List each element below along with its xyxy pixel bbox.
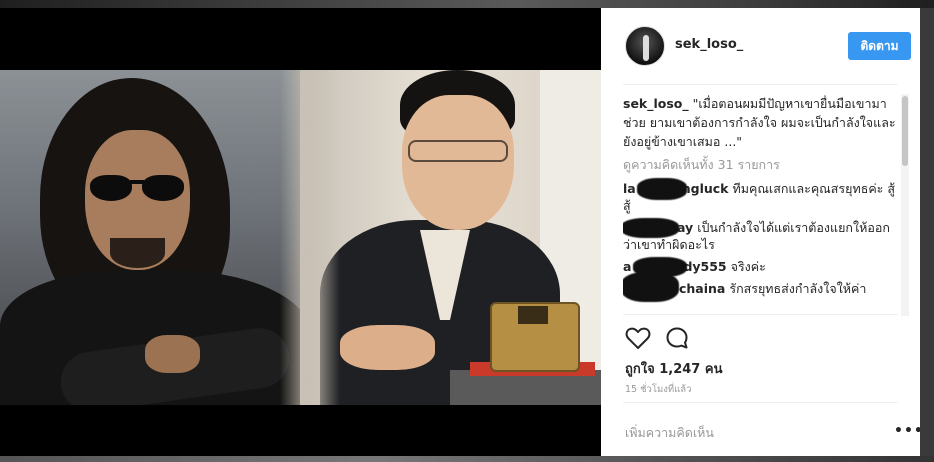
page-scrollbar-area (920, 8, 934, 456)
post-side-panel: sek_loso_ ติดตาม sek_loso_ "เมื่อตอนผมมี… (601, 8, 923, 456)
caption-username[interactable]: sek_loso_ (623, 96, 689, 111)
comment-item: ay เป็นกำลังใจได้แต่เราต้องแยกให้ออกว่าเ… (623, 218, 898, 253)
heart-icon[interactable] (625, 326, 651, 350)
divider (623, 402, 898, 403)
username-link[interactable]: sek_loso_ (675, 37, 743, 52)
post-header: sek_loso_ ติดตาม (601, 8, 920, 84)
photo-beard (110, 238, 165, 268)
likes-count[interactable]: ถูกใจ 1,247 คน (625, 358, 722, 379)
redaction-scribble (623, 218, 679, 238)
divider (623, 84, 898, 85)
photo-hand (340, 325, 435, 370)
photo-sunglasses (142, 175, 184, 201)
comments-list: sek_loso_ "เมื่อตอนผมมีปัญหาเขายื่นมือเข… (623, 94, 898, 316)
comment-icon[interactable] (665, 326, 689, 350)
add-comment-input[interactable]: เพิ่มความคิดเห็น (625, 423, 714, 443)
post-timestamp[interactable]: 15 ชั่วโมงที่แล้ว (625, 382, 691, 397)
redaction-scribble (637, 178, 687, 200)
post-actions (623, 324, 898, 354)
divider (623, 314, 898, 315)
caption: sek_loso_ "เมื่อตอนผมมีปัญหาเขายื่นมือเข… (623, 94, 898, 151)
view-all-comments-link[interactable]: ดูความคิดเห็นทั้ง 31 รายการ (623, 155, 898, 175)
avatar[interactable] (625, 26, 665, 66)
post-media[interactable] (0, 8, 601, 456)
photo-gift-box-label (518, 306, 548, 324)
comment-text: จริงค่ะ (730, 259, 766, 274)
photo-sunglasses (90, 175, 132, 201)
photo-glasses (408, 140, 508, 162)
background-strip (0, 0, 934, 8)
photo-blend (280, 70, 340, 405)
background-bottom (0, 456, 934, 462)
comment-item: chaina รักสรยุทธส่งกำลังใจให้ค่า (623, 272, 898, 302)
photo-sunglasses-bridge (130, 180, 144, 184)
follow-button[interactable]: ติดตาม (848, 32, 911, 60)
post-photo-right (300, 70, 601, 405)
comment-item: la ngluck ทีมคุณเสกและคุณสรยุทธค่ะ สู้ สู… (623, 178, 898, 214)
photo-face (402, 95, 514, 230)
photo-hand (145, 335, 200, 373)
post-photo-left (0, 70, 320, 405)
comments-scrollbar-thumb[interactable] (902, 96, 908, 166)
avatar-figure (643, 35, 649, 61)
redaction-scribble (623, 272, 679, 302)
comment-text: รักสรยุทธส่งกำลังใจให้ค่า (729, 281, 867, 296)
